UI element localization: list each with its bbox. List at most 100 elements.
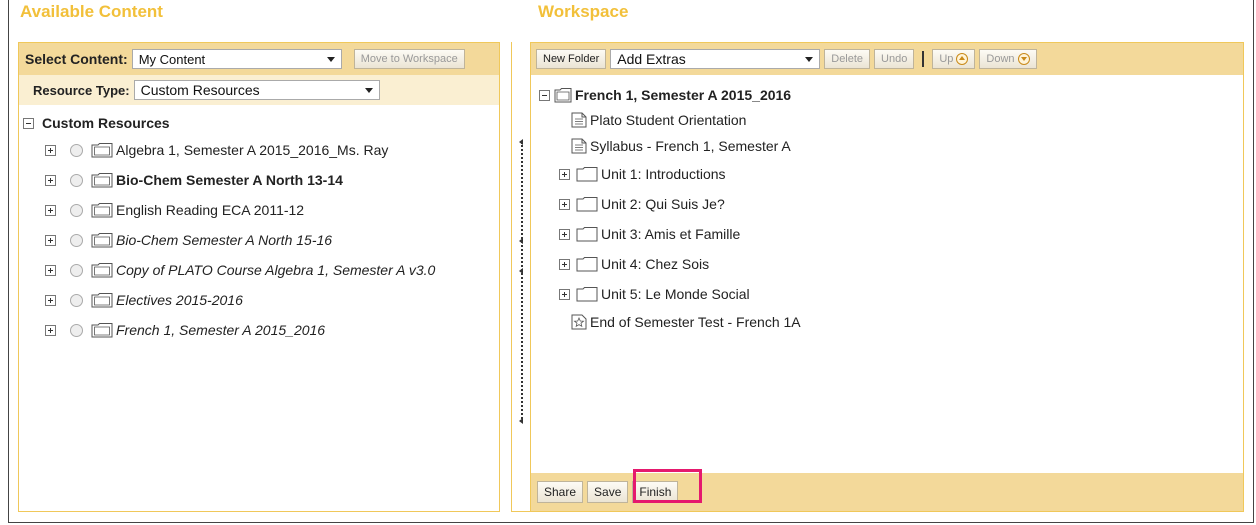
- expand-icon[interactable]: [45, 204, 56, 216]
- resource-radio[interactable]: [70, 143, 83, 157]
- share-button[interactable]: Share: [537, 481, 584, 503]
- expand-icon[interactable]: [559, 168, 570, 180]
- folder-icon: [576, 196, 598, 212]
- available-content-heading: Available Content: [20, 2, 163, 21]
- folder-icon: [91, 262, 113, 278]
- workspace-unit-label: Unit 4: Chez Sois: [601, 256, 710, 272]
- finish-highlight-box: [633, 469, 702, 503]
- workspace-toolbar: New Folder Add Extras Delete Undo Up Dow…: [531, 43, 1243, 75]
- workspace-heading: Workspace: [538, 2, 629, 21]
- down-button[interactable]: Down: [979, 49, 1037, 69]
- folder-icon: [576, 286, 598, 302]
- workspace-root[interactable]: French 1, Semester A 2015_2016: [531, 83, 1243, 107]
- test-item[interactable]: End of Semester Test - French 1A: [531, 309, 1243, 335]
- resource-type-dropdown[interactable]: Custom Resources: [133, 80, 380, 100]
- folder-icon: [576, 256, 598, 272]
- expand-icon[interactable]: [559, 198, 570, 210]
- workspace-doc-label: Plato Student Orientation: [590, 112, 747, 128]
- folder-icon: [554, 87, 572, 103]
- resource-item[interactable]: English Reading ECA 2011-12: [19, 195, 499, 225]
- workspace-unit-item[interactable]: Unit 4: Chez Sois: [531, 249, 1243, 279]
- toolbar-separator: [922, 51, 925, 67]
- select-content-dropdown[interactable]: My Content: [131, 49, 342, 69]
- resource-radio[interactable]: [70, 293, 83, 307]
- resource-item[interactable]: French 1, Semester A 2015_2016: [19, 315, 499, 345]
- test-star-icon: [571, 314, 587, 330]
- resource-item-label: Bio-Chem Semester A North 15-16: [116, 232, 333, 248]
- expand-icon[interactable]: [45, 264, 56, 276]
- document-icon: [571, 138, 587, 154]
- expand-icon[interactable]: [45, 234, 56, 246]
- workspace-unit-item[interactable]: Unit 5: Le Monde Social: [531, 279, 1243, 309]
- workspace-doc-label: Syllabus - French 1, Semester A: [590, 138, 791, 154]
- resource-item-label: Electives 2015-2016: [116, 292, 243, 308]
- workspace-panel: New Folder Add Extras Delete Undo Up Dow…: [531, 42, 1244, 512]
- resource-radio[interactable]: [70, 263, 83, 277]
- arrow-down-icon: [1017, 53, 1030, 65]
- chevron-down-icon: [805, 56, 814, 62]
- workspace-unit-label: Unit 5: Le Monde Social: [601, 286, 750, 302]
- arrow-up-icon: [956, 53, 969, 65]
- workspace-unit-item[interactable]: Unit 2: Qui Suis Je?: [531, 189, 1243, 219]
- splitter-arrow-icon: [519, 418, 523, 424]
- move-to-workspace-button[interactable]: Move to Workspace: [353, 49, 465, 69]
- folder-icon: [91, 172, 113, 188]
- resource-item-label: English Reading ECA 2011-12: [116, 202, 305, 218]
- save-button[interactable]: Save: [587, 481, 629, 503]
- tree-root-custom-resources[interactable]: Custom Resources: [19, 111, 499, 135]
- folder-icon: [91, 292, 113, 308]
- folder-icon: [91, 142, 113, 158]
- document-icon: [571, 112, 587, 128]
- up-button[interactable]: Up: [932, 49, 976, 69]
- workspace-unit-item[interactable]: Unit 1: Introductions: [531, 159, 1243, 189]
- available-content-panel: Select Content: My Content Move to Works…: [18, 42, 500, 512]
- resource-type-value: Custom Resources: [140, 82, 260, 98]
- undo-button[interactable]: Undo: [874, 49, 915, 69]
- workspace-unit-label: Unit 1: Introductions: [601, 166, 726, 182]
- resource-item-label: Algebra 1, Semester A 2015_2016_Ms. Ray: [116, 142, 389, 158]
- splitter-grip: [521, 142, 523, 422]
- workspace-doc-item[interactable]: Syllabus - French 1, Semester A: [531, 133, 1243, 159]
- resource-radio[interactable]: [70, 173, 83, 187]
- resource-item[interactable]: Electives 2015-2016: [19, 285, 499, 315]
- folder-icon: [91, 202, 113, 218]
- resource-radio[interactable]: [70, 203, 83, 217]
- splitter-arrow-icon: [519, 139, 523, 145]
- delete-button[interactable]: Delete: [824, 49, 871, 69]
- resource-radio[interactable]: [70, 323, 83, 337]
- collapse-icon[interactable]: [23, 117, 34, 129]
- expand-icon[interactable]: [45, 144, 56, 156]
- expand-icon[interactable]: [45, 174, 56, 186]
- expand-icon[interactable]: [45, 294, 56, 306]
- workspace-unit-item[interactable]: Unit 3: Amis et Famille: [531, 219, 1243, 249]
- expand-icon[interactable]: [559, 228, 570, 240]
- test-item-label: End of Semester Test - French 1A: [590, 314, 801, 330]
- resource-item[interactable]: Bio-Chem Semester A North 15-16: [19, 225, 499, 255]
- select-content-toolbar: Select Content: My Content Move to Works…: [19, 43, 499, 75]
- down-button-label: Down: [986, 53, 1015, 65]
- expand-icon[interactable]: [559, 258, 570, 270]
- chevron-down-icon: [364, 87, 373, 93]
- workspace-doc-item[interactable]: Plato Student Orientation: [531, 107, 1243, 133]
- resource-item[interactable]: Bio-Chem Semester A North 13-14: [19, 165, 499, 195]
- resource-item[interactable]: Copy of PLATO Course Algebra 1, Semester…: [19, 255, 499, 285]
- folder-icon: [91, 232, 113, 248]
- resource-radio[interactable]: [70, 233, 83, 247]
- new-folder-button[interactable]: New Folder: [536, 49, 607, 69]
- workspace-unit-label: Unit 3: Amis et Famille: [601, 226, 741, 242]
- resource-item-label: Copy of PLATO Course Algebra 1, Semester…: [116, 262, 436, 278]
- chevron-down-icon: [326, 56, 335, 62]
- expand-icon[interactable]: [559, 288, 570, 300]
- select-content-label: Select Content:: [25, 51, 128, 67]
- tree-root-label: Custom Resources: [42, 115, 170, 131]
- resource-item-label: French 1, Semester A 2015_2016: [116, 322, 326, 338]
- add-extras-dropdown[interactable]: Add Extras: [610, 49, 821, 69]
- resource-item[interactable]: Algebra 1, Semester A 2015_2016_Ms. Ray: [19, 135, 499, 165]
- splitter-arrow-icon: [519, 268, 523, 274]
- resource-type-toolbar: Resource Type: Custom Resources: [19, 75, 499, 105]
- folder-icon: [576, 226, 598, 242]
- expand-icon[interactable]: [45, 324, 56, 336]
- panel-splitter[interactable]: [511, 42, 531, 512]
- collapse-icon[interactable]: [539, 89, 550, 101]
- folder-icon: [91, 322, 113, 338]
